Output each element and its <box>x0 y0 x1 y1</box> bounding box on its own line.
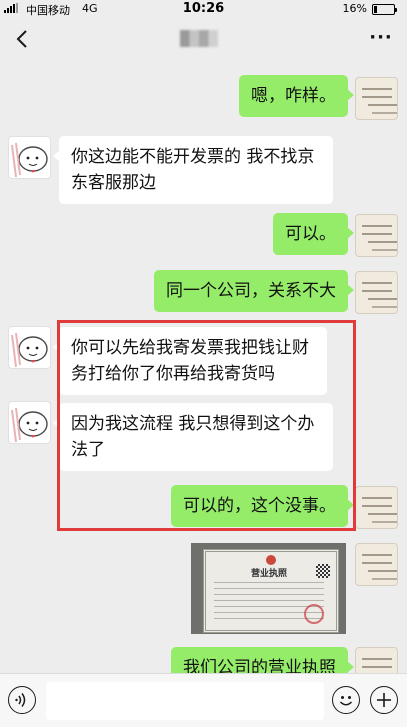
my-avatar[interactable] <box>355 77 398 120</box>
message-text-line: 务打给你了你再给我寄货吗 <box>71 364 275 384</box>
my-avatar[interactable] <box>355 486 398 529</box>
more-functions-button[interactable] <box>370 686 398 714</box>
message-bubble-outgoing[interactable]: 可以的，这个没事。 <box>171 485 354 527</box>
cartoon-avatar-icon <box>11 407 48 443</box>
my-avatar[interactable] <box>355 543 398 586</box>
message-bubble-incoming[interactable]: 你这边能不能开发票的 我不找京 东客服那边 <box>53 136 333 204</box>
more-dots-icon: ··· <box>369 27 393 48</box>
message-input[interactable] <box>46 682 324 720</box>
message-text: 可以。 <box>285 224 336 244</box>
blurred-contact-name <box>180 30 218 47</box>
emoji-icon <box>339 695 352 705</box>
voice-icon <box>14 692 25 707</box>
my-avatar[interactable] <box>355 271 398 314</box>
message-bubble-outgoing[interactable]: 可以。 <box>273 213 354 255</box>
back-button[interactable] <box>12 28 34 50</box>
chat-header: ··· <box>0 18 407 62</box>
message-text-line: 东客服那边 <box>71 173 156 193</box>
status-bar: 中国移动 4G 10:26 16% <box>0 0 407 18</box>
qr-code-icon <box>316 564 330 578</box>
more-options-button[interactable]: ··· <box>369 28 393 50</box>
emoji-button[interactable] <box>332 686 360 714</box>
network-type: 4G <box>82 2 98 15</box>
message-text: 同一个公司，关系不大 <box>166 281 336 301</box>
message-bubble-outgoing[interactable]: 同一个公司，关系不大 <box>154 270 354 312</box>
contact-avatar[interactable] <box>8 326 51 369</box>
input-bar <box>0 673 407 727</box>
battery-percentage: 16% <box>342 2 367 15</box>
contact-avatar[interactable] <box>8 401 51 444</box>
message-text-line: 因为我这流程 我只想得到这个办 <box>71 414 315 434</box>
battery-icon <box>372 4 397 15</box>
image-message[interactable]: 营业执照 <box>191 543 346 634</box>
license-title: 营业执照 <box>251 569 288 579</box>
message-text-line: 你这边能不能开发票的 我不找京 <box>71 147 315 167</box>
my-avatar[interactable] <box>355 214 398 257</box>
national-emblem-icon <box>266 555 276 565</box>
message-bubble-incoming[interactable]: 因为我这流程 我只想得到这个办 法了 <box>53 403 333 471</box>
message-text-line: 你可以先给我寄发票我把钱让财 <box>71 338 309 358</box>
message-bubble-incoming[interactable]: 你可以先给我寄发票我把钱让财 务打给你了你再给我寄货吗 <box>53 327 327 395</box>
message-text: 嗯，咋样。 <box>251 86 336 106</box>
plus-icon <box>376 692 391 707</box>
message-bubble-outgoing[interactable]: 嗯，咋样。 <box>239 75 354 117</box>
carrier-name: 中国移动 <box>26 4 70 17</box>
business-license-photo: 营业执照 <box>203 549 339 633</box>
cartoon-avatar-icon <box>11 142 48 178</box>
voice-button[interactable] <box>8 686 36 714</box>
chevron-left-icon <box>16 30 27 48</box>
contact-avatar[interactable] <box>8 136 51 179</box>
message-text: 可以的，这个没事。 <box>183 496 336 516</box>
official-seal-icon <box>304 604 324 624</box>
cartoon-avatar-icon <box>11 332 48 368</box>
message-text-line: 法了 <box>71 440 105 460</box>
